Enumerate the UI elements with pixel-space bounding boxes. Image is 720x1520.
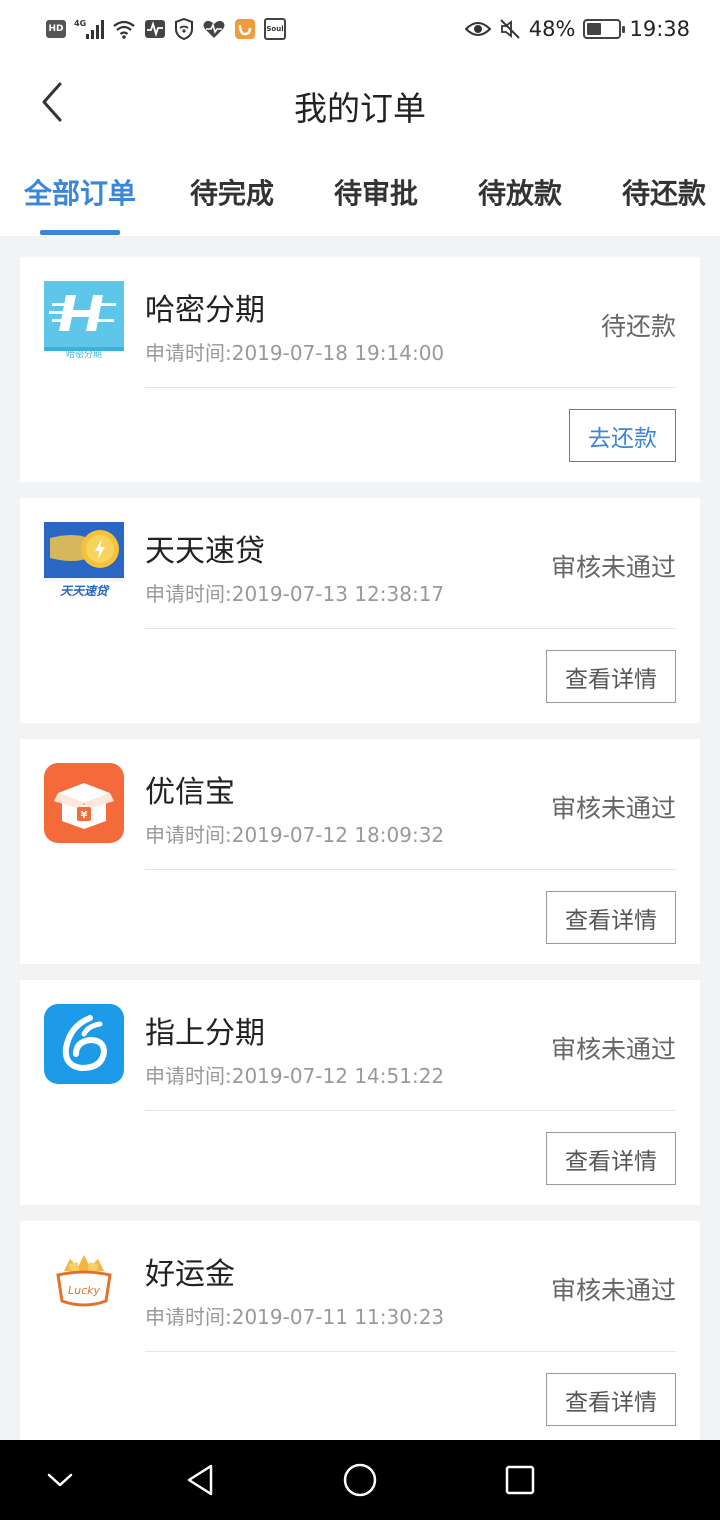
order-time: 申请时间:2019-07-13 12:38:17 — [145, 582, 445, 606]
uc-browser-icon — [234, 18, 256, 40]
soul-app-icon: Soul — [264, 18, 286, 40]
heart-rate-icon — [202, 19, 226, 39]
order-name: 优信宝 — [145, 775, 235, 810]
battery-icon — [583, 19, 626, 39]
nav-back-button[interactable] — [178, 1458, 222, 1502]
order-time: 申请时间:2019-07-12 18:09:32 — [145, 823, 445, 847]
hami-logo-icon: 哈密分期 — [44, 281, 124, 361]
order-name: 好运金 — [145, 1257, 235, 1292]
system-nav-bar — [0, 1440, 720, 1520]
mute-icon — [499, 18, 521, 40]
divider — [145, 387, 676, 388]
divider — [145, 1351, 676, 1352]
view-details-button[interactable]: 查看详情 — [546, 1132, 676, 1185]
clock: 19:38 — [629, 17, 690, 41]
status-bar-right: 48% 19:38 — [464, 17, 690, 41]
zhishang-logo-icon — [44, 1004, 124, 1084]
battery-percent: 48% — [528, 17, 576, 41]
order-time: 申请时间:2019-07-11 11:30:23 — [145, 1305, 445, 1329]
svg-text:¥: ¥ — [81, 810, 88, 821]
hd-icon: HD — [46, 20, 66, 38]
order-card[interactable]: ¥ 优信宝 申请时间:2019-07-12 18:09:32 审核未通过 查看详… — [20, 739, 700, 964]
tab-pending-disbursement[interactable]: 待放款 — [478, 172, 562, 212]
order-card[interactable]: Lucky 好运金 申请时间:2019-07-11 11:30:23 审核未通过… — [20, 1221, 700, 1446]
haoyunjin-logo-icon: Lucky — [44, 1245, 124, 1325]
svg-text:4G: 4G — [74, 19, 86, 28]
svg-text:Lucky: Lucky — [68, 1284, 101, 1297]
status-bar: HD 4G Soul 48% 19:38 — [0, 0, 720, 58]
order-card[interactable]: 哈密分期 哈密分期 申请时间:2019-07-18 19:14:00 待还款 去… — [20, 257, 700, 482]
view-details-button[interactable]: 查看详情 — [546, 1373, 676, 1426]
divider — [145, 628, 676, 629]
order-name: 哈密分期 — [145, 293, 265, 328]
tab-pending-repayment[interactable]: 待还款 — [622, 172, 706, 212]
active-tab-indicator — [40, 230, 120, 235]
chevron-down-icon — [47, 1473, 73, 1487]
order-name: 指上分期 — [145, 1016, 265, 1051]
tab-all-orders[interactable]: 全部订单 — [24, 172, 136, 212]
order-status: 审核未通过 — [550, 553, 676, 582]
nav-home-button[interactable] — [338, 1458, 382, 1502]
home-circle-icon — [343, 1463, 377, 1497]
repay-button[interactable]: 去还款 — [569, 409, 676, 462]
activity-icon — [144, 19, 166, 39]
order-card[interactable]: 天天速贷 天天速贷 申请时间:2019-07-13 12:38:17 审核未通过… — [20, 498, 700, 723]
order-list: 哈密分期 哈密分期 申请时间:2019-07-18 19:14:00 待还款 去… — [20, 257, 700, 1462]
order-time: 申请时间:2019-07-18 19:14:00 — [145, 341, 445, 365]
app-header: 我的订单 — [0, 58, 720, 148]
order-status: 待还款 — [600, 312, 676, 341]
eye-icon — [464, 20, 491, 38]
view-details-button[interactable]: 查看详情 — [546, 650, 676, 703]
svg-text:哈密分期: 哈密分期 — [66, 348, 102, 360]
order-card[interactable]: 指上分期 申请时间:2019-07-12 14:51:22 审核未通过 查看详情 — [20, 980, 700, 1205]
recents-square-icon — [505, 1465, 535, 1495]
nav-recents-button[interactable] — [498, 1458, 542, 1502]
youxinbao-logo-icon: ¥ — [44, 763, 124, 843]
wifi-icon — [112, 19, 136, 39]
svg-text:天天速贷: 天天速贷 — [60, 584, 110, 598]
order-name: 天天速贷 — [145, 534, 265, 569]
tab-pending-complete[interactable]: 待完成 — [190, 172, 274, 212]
view-details-button[interactable]: 查看详情 — [546, 891, 676, 944]
signal-icon: 4G — [74, 18, 104, 40]
order-status: 审核未通过 — [550, 1035, 676, 1064]
divider — [145, 869, 676, 870]
nav-hide-button[interactable] — [38, 1458, 82, 1502]
page-title: 我的订单 — [294, 89, 426, 128]
divider — [145, 1110, 676, 1111]
tiantian-logo-icon: 天天速贷 — [44, 522, 124, 602]
order-status: 审核未通过 — [550, 1276, 676, 1305]
order-time: 申请时间:2019-07-12 14:51:22 — [145, 1064, 445, 1088]
back-triangle-icon — [187, 1464, 213, 1496]
status-bar-left: HD 4G Soul — [46, 18, 286, 40]
order-tabs: 全部订单 待完成 待审批 待放款 待还款 — [0, 148, 720, 236]
tab-pending-approval[interactable]: 待审批 — [334, 172, 418, 212]
shield-icon — [174, 18, 194, 40]
order-status: 审核未通过 — [550, 794, 676, 823]
